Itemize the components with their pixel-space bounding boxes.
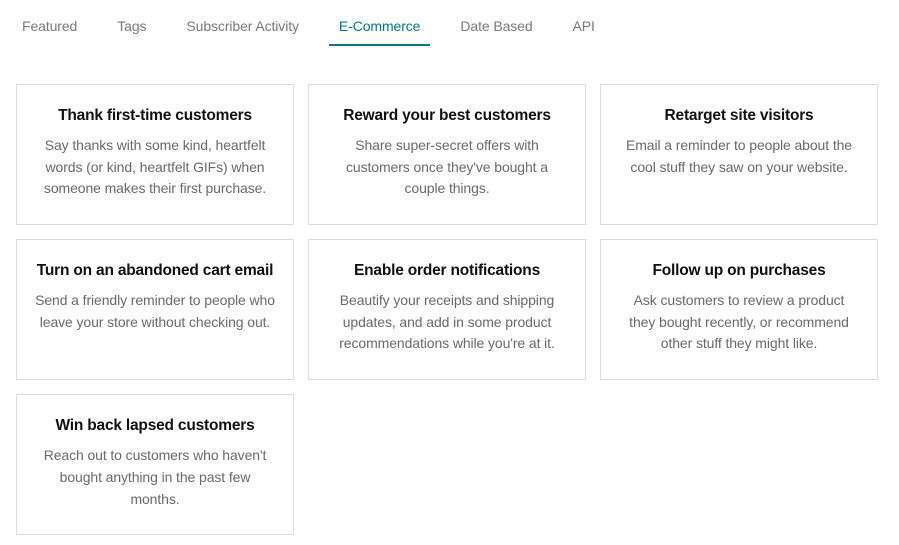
card-retarget-visitors[interactable]: Retarget site visitors Email a reminder … <box>600 84 878 225</box>
card-desc: Ask customers to review a product they b… <box>619 290 859 355</box>
tab-date-based[interactable]: Date Based <box>440 10 552 44</box>
card-title: Turn on an abandoned cart email <box>35 262 275 280</box>
card-title: Enable order notifications <box>327 262 567 280</box>
card-desc: Beautify your receipts and shipping upda… <box>327 290 567 355</box>
card-title: Thank first-time customers <box>35 107 275 125</box>
card-title: Reward your best customers <box>327 107 567 125</box>
card-title: Follow up on purchases <box>619 262 859 280</box>
card-win-back-lapsed[interactable]: Win back lapsed customers Reach out to c… <box>16 394 294 535</box>
card-abandoned-cart[interactable]: Turn on an abandoned cart email Send a f… <box>16 239 294 380</box>
card-title: Win back lapsed customers <box>35 417 275 435</box>
tab-api[interactable]: API <box>553 10 615 44</box>
card-desc: Email a reminder to people about the coo… <box>619 135 859 178</box>
card-title: Retarget site visitors <box>619 107 859 125</box>
tab-featured[interactable]: Featured <box>16 10 97 44</box>
card-desc: Say thanks with some kind, heartfelt wor… <box>35 135 275 200</box>
tab-bar: Featured Tags Subscriber Activity E-Comm… <box>16 10 883 44</box>
tab-subscriber-activity[interactable]: Subscriber Activity <box>166 10 318 44</box>
card-desc: Send a friendly reminder to people who l… <box>35 290 275 333</box>
card-reward-best[interactable]: Reward your best customers Share super-s… <box>308 84 586 225</box>
tab-tags[interactable]: Tags <box>97 10 166 44</box>
card-grid: Thank first-time customers Say thanks wi… <box>16 84 883 535</box>
card-order-notifications[interactable]: Enable order notifications Beautify your… <box>308 239 586 380</box>
card-desc: Share super-secret offers with customers… <box>327 135 567 200</box>
card-follow-up-purchases[interactable]: Follow up on purchases Ask customers to … <box>600 239 878 380</box>
card-desc: Reach out to customers who haven't bough… <box>35 445 275 510</box>
card-thank-first-time[interactable]: Thank first-time customers Say thanks wi… <box>16 84 294 225</box>
tab-ecommerce[interactable]: E-Commerce <box>319 10 440 44</box>
